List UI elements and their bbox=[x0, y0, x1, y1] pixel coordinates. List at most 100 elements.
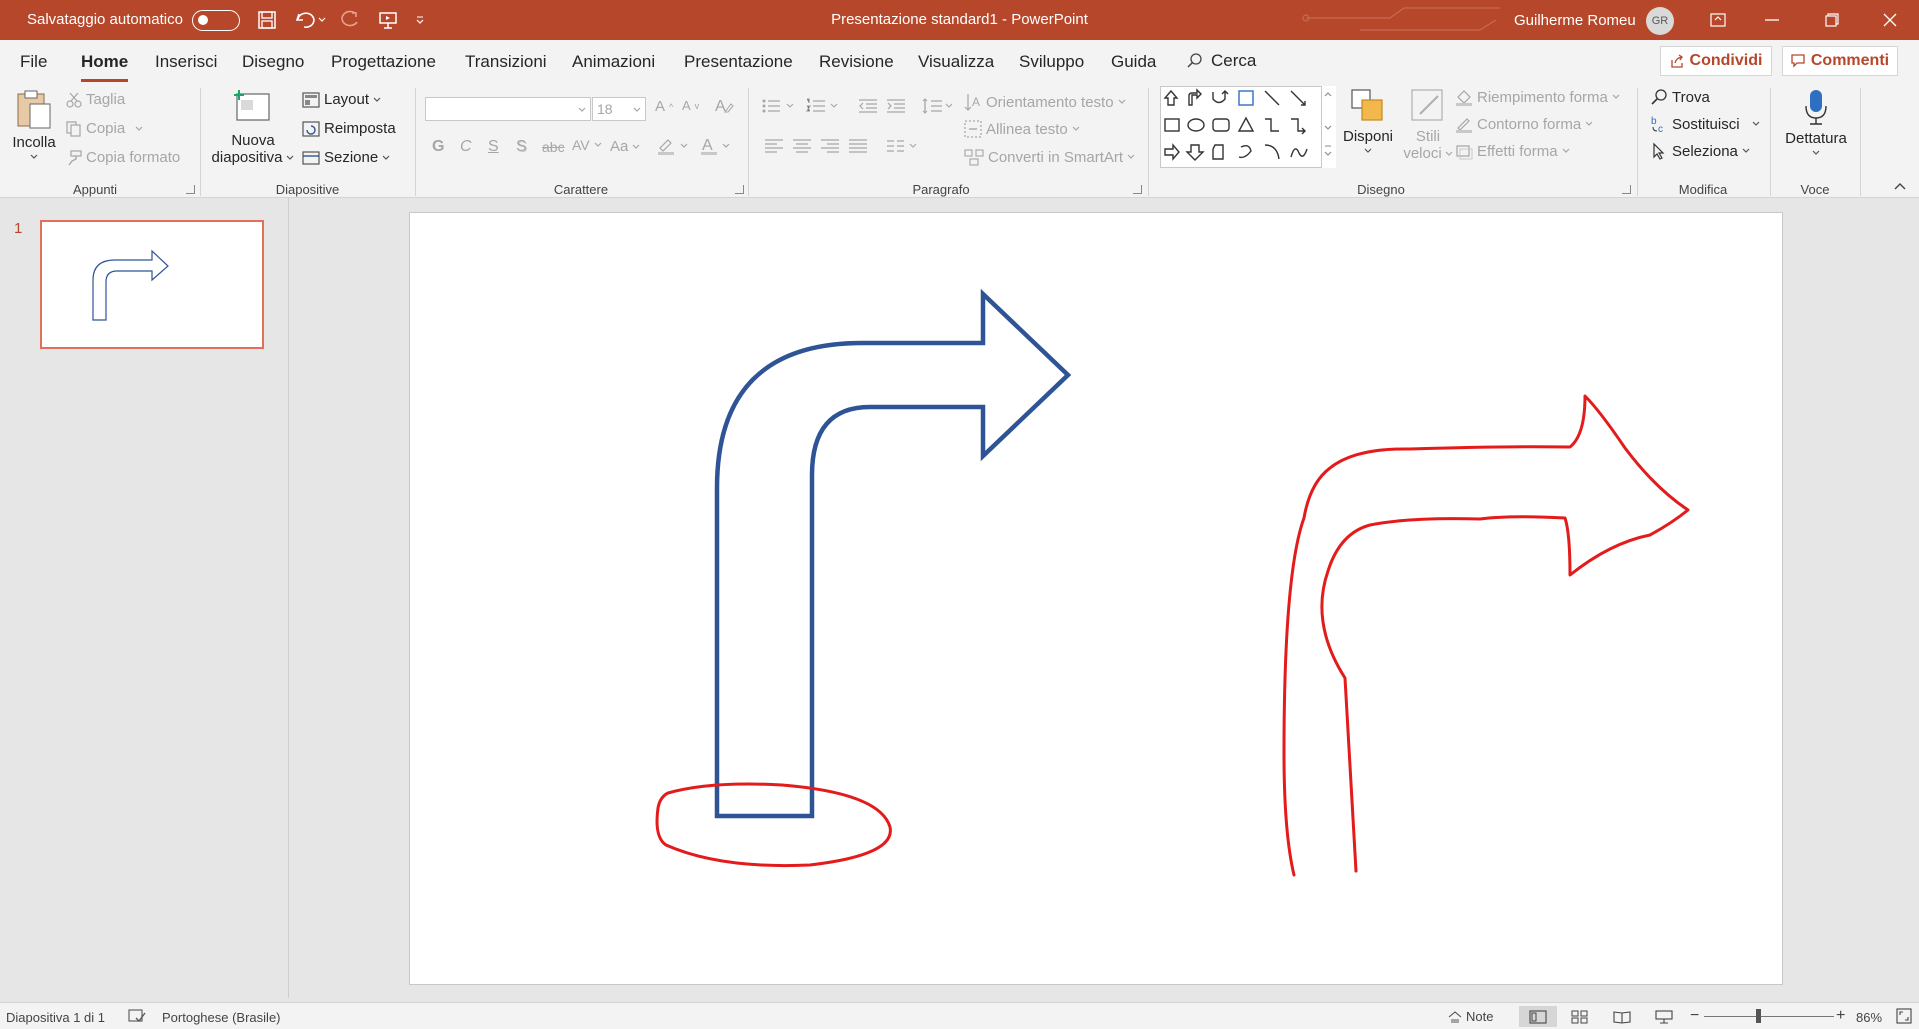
zoom-level[interactable]: 86% bbox=[1856, 1010, 1882, 1025]
redo-icon[interactable] bbox=[338, 8, 364, 32]
bullets-icon[interactable] bbox=[762, 98, 796, 114]
underline-icon[interactable]: S bbox=[488, 138, 499, 156]
find-button[interactable]: Trova bbox=[1650, 88, 1710, 106]
tab-animazioni[interactable]: Animazioni bbox=[572, 52, 655, 72]
section-button[interactable]: Sezione bbox=[302, 149, 390, 166]
text-direction-button[interactable]: A Orientamento testo bbox=[964, 92, 1126, 112]
paragraph-launcher-icon[interactable] bbox=[1133, 185, 1142, 194]
bold-icon[interactable]: G bbox=[432, 138, 444, 156]
font-color-icon[interactable]: A bbox=[700, 136, 730, 156]
change-case-icon[interactable]: Aa bbox=[610, 138, 640, 155]
paste-icon bbox=[17, 90, 51, 129]
gallery-scroll[interactable] bbox=[1321, 86, 1336, 168]
highlight-icon[interactable] bbox=[656, 136, 688, 156]
tab-home[interactable]: Home bbox=[81, 52, 129, 82]
ribbon-display-options-icon[interactable] bbox=[1698, 6, 1738, 34]
dictate-button[interactable]: Dettatura bbox=[1778, 88, 1854, 156]
reading-view-icon[interactable] bbox=[1603, 1006, 1641, 1027]
tab-presentazione[interactable]: Presentazione bbox=[684, 52, 793, 72]
tab-progettazione[interactable]: Progettazione bbox=[331, 52, 436, 72]
convert-smartart-button[interactable]: Converti in SmartArt bbox=[964, 148, 1135, 166]
shapes-gallery[interactable] bbox=[1160, 86, 1336, 168]
tab-revisione[interactable]: Revisione bbox=[819, 52, 894, 72]
increase-indent-icon[interactable] bbox=[886, 98, 906, 114]
smartart-icon bbox=[964, 149, 984, 166]
bent-arrow-shape[interactable] bbox=[714, 288, 1072, 819]
align-right-icon[interactable] bbox=[820, 138, 840, 154]
save-icon[interactable] bbox=[254, 8, 280, 32]
tab-inserisci[interactable]: Inserisci bbox=[155, 52, 217, 72]
align-center-icon[interactable] bbox=[792, 138, 812, 154]
format-painter-button[interactable]: Copia formato bbox=[66, 149, 180, 166]
select-button[interactable]: Seleziona bbox=[1650, 142, 1750, 160]
justify-icon[interactable] bbox=[848, 138, 868, 154]
ink-circle-stroke[interactable] bbox=[655, 782, 892, 868]
undo-icon[interactable] bbox=[292, 8, 318, 32]
copy-button[interactable]: Copia bbox=[66, 120, 143, 137]
slide-thumbnail[interactable] bbox=[40, 220, 264, 349]
character-spacing-icon[interactable]: AV bbox=[572, 137, 602, 153]
tab-transizioni[interactable]: Transizioni bbox=[465, 52, 547, 72]
share-button[interactable]: Condividi bbox=[1660, 46, 1772, 76]
normal-view-icon[interactable] bbox=[1519, 1006, 1557, 1027]
minimize-icon[interactable] bbox=[1752, 6, 1792, 34]
clipboard-launcher-icon[interactable] bbox=[186, 185, 195, 194]
strikethrough-icon[interactable]: abc bbox=[542, 139, 565, 155]
decrease-font-icon[interactable]: Av bbox=[682, 98, 699, 113]
notes-button[interactable]: Note bbox=[1448, 1009, 1493, 1024]
zoom-in-icon[interactable]: + bbox=[1836, 1007, 1845, 1025]
tab-file[interactable]: File bbox=[20, 52, 47, 72]
align-text-button[interactable]: Allinea testo bbox=[964, 120, 1080, 138]
search-box[interactable]: Cerca bbox=[1187, 51, 1256, 71]
avatar[interactable]: GR bbox=[1646, 7, 1674, 35]
close-icon[interactable] bbox=[1870, 6, 1910, 34]
fit-to-window-icon[interactable] bbox=[1896, 1008, 1912, 1024]
user-name[interactable]: Guilherme Romeu bbox=[1514, 12, 1636, 29]
slide-canvas[interactable] bbox=[409, 212, 1783, 985]
ink-arrow-stroke[interactable] bbox=[1282, 394, 1690, 877]
shape-outline-button[interactable]: Contorno forma bbox=[1455, 115, 1593, 133]
paste-button[interactable]: Incolla bbox=[8, 88, 60, 160]
line-spacing-icon[interactable] bbox=[922, 98, 954, 114]
clear-formatting-icon[interactable]: A bbox=[714, 97, 734, 115]
language-status[interactable]: Portoghese (Brasile) bbox=[162, 1010, 281, 1025]
shape-fill-button[interactable]: Riempimento forma bbox=[1455, 88, 1620, 106]
drawing-launcher-icon[interactable] bbox=[1622, 185, 1631, 194]
zoom-slider[interactable] bbox=[1704, 1016, 1834, 1017]
restore-icon[interactable] bbox=[1812, 6, 1852, 34]
font-size-combo[interactable]: 18 bbox=[592, 97, 646, 121]
quick-styles-button[interactable]: Stili veloci bbox=[1400, 86, 1456, 162]
shadow-icon[interactable]: S bbox=[516, 138, 527, 156]
shape-effects-button[interactable]: Effetti forma bbox=[1455, 142, 1570, 160]
slide-sorter-view-icon[interactable] bbox=[1561, 1006, 1599, 1027]
numbering-icon[interactable] bbox=[806, 98, 840, 114]
customize-toolbar-icon[interactable] bbox=[412, 8, 428, 32]
autosave-toggle[interactable] bbox=[192, 10, 240, 31]
font-name-combo[interactable] bbox=[425, 97, 591, 121]
spell-check-icon[interactable] bbox=[128, 1008, 146, 1024]
replace-button[interactable]: bc Sostituisci bbox=[1650, 115, 1760, 133]
reset-button[interactable]: Reimposta bbox=[302, 120, 396, 137]
cut-button[interactable]: Taglia bbox=[66, 91, 125, 108]
tab-visualizza[interactable]: Visualizza bbox=[918, 52, 994, 72]
font-launcher-icon[interactable] bbox=[735, 185, 744, 194]
columns-icon[interactable] bbox=[886, 138, 920, 154]
tab-sviluppo[interactable]: Sviluppo bbox=[1019, 52, 1084, 72]
tab-guida[interactable]: Guida bbox=[1111, 52, 1156, 72]
align-left-icon[interactable] bbox=[764, 138, 784, 154]
convert-smartart-label: Converti in SmartArt bbox=[988, 148, 1124, 166]
decrease-indent-icon[interactable] bbox=[858, 98, 878, 114]
collapse-ribbon-icon[interactable] bbox=[1894, 182, 1906, 190]
undo-dropdown-icon[interactable] bbox=[316, 8, 328, 32]
italic-icon[interactable]: C bbox=[460, 138, 472, 156]
zoom-slider-thumb[interactable] bbox=[1756, 1009, 1761, 1023]
arrange-button[interactable]: Disponi bbox=[1338, 86, 1398, 154]
slideshow-view-icon[interactable] bbox=[1645, 1006, 1683, 1027]
comments-button[interactable]: Commenti bbox=[1782, 46, 1898, 76]
new-slide-button[interactable]: Nuova diapositiva bbox=[208, 88, 298, 166]
layout-button[interactable]: Layout bbox=[302, 91, 381, 108]
zoom-out-icon[interactable]: − bbox=[1690, 1007, 1699, 1025]
start-from-beginning-icon[interactable] bbox=[375, 8, 401, 32]
tab-disegno[interactable]: Disegno bbox=[242, 52, 304, 72]
increase-font-icon[interactable]: A ^ bbox=[655, 98, 673, 115]
